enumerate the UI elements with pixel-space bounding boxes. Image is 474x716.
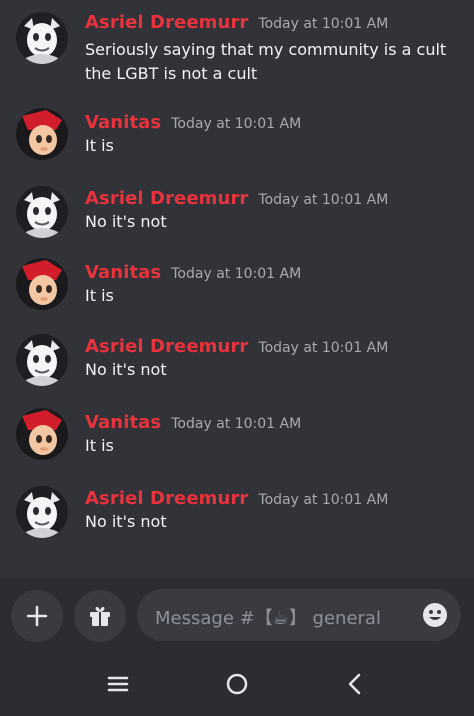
home-button[interactable] (221, 668, 253, 700)
avatar-asriel[interactable] (16, 186, 68, 238)
recent-apps-button[interactable] (102, 668, 134, 700)
message-text: No it's not (85, 360, 167, 379)
message-text: It is (85, 436, 114, 455)
message-header: Asriel Dreemurr Today at 10:01 AM (85, 188, 388, 209)
back-icon (348, 673, 361, 695)
timestamp: Today at 10:01 AM (258, 340, 389, 356)
timestamp: Today at 10:01 AM (258, 192, 389, 208)
plus-icon (26, 605, 48, 627)
message-input[interactable]: Message #【☕】 general (137, 589, 461, 641)
message-header: Vanitas Today at 10:01 AM (85, 262, 301, 283)
username[interactable]: Vanitas (85, 412, 161, 433)
message-header: Asriel Dreemurr Today at 10:01 AM (85, 336, 388, 357)
home-icon (226, 673, 248, 695)
timestamp: Today at 10:01 AM (171, 116, 302, 132)
message-text: It is (85, 286, 114, 305)
message-header: Asriel Dreemurr Today at 10:01 AM (85, 488, 388, 509)
message-text: No it's not (85, 212, 167, 231)
message-text: No it's not (85, 512, 167, 531)
username[interactable]: Vanitas (85, 112, 161, 133)
avatar-vanitas[interactable] (16, 108, 68, 160)
add-attachment-button[interactable] (11, 590, 63, 642)
gift-icon (90, 607, 110, 626)
message-composer: Message #【☕】 general (0, 578, 474, 650)
recent-apps-icon (107, 676, 129, 692)
gift-button[interactable] (74, 590, 126, 642)
username[interactable]: Asriel Dreemurr (85, 488, 248, 509)
timestamp: Today at 10:01 AM (258, 16, 389, 32)
timestamp: Today at 10:01 AM (258, 492, 389, 508)
message-input-placeholder: Message #【☕】 general (155, 608, 381, 629)
username[interactable]: Asriel Dreemurr (85, 188, 248, 209)
message-list: Asriel Dreemurr Today at 10:01 AM Serious… (0, 0, 474, 578)
message-text: It is (85, 136, 114, 155)
message-header: Asriel Dreemurr Today at 10:01 AM (85, 12, 388, 33)
avatar-asriel[interactable] (16, 486, 68, 538)
message-text: Seriously saying that my community is a … (85, 40, 447, 83)
avatar-asriel[interactable] (16, 334, 68, 386)
username[interactable]: Vanitas (85, 262, 161, 283)
emoji-icon[interactable] (421, 601, 449, 629)
back-button[interactable] (339, 668, 371, 700)
avatar-vanitas[interactable] (16, 408, 68, 460)
system-navigation-bar (0, 650, 474, 716)
avatar-asriel[interactable] (16, 12, 68, 64)
message-header: Vanitas Today at 10:01 AM (85, 112, 301, 133)
message-header: Vanitas Today at 10:01 AM (85, 412, 301, 433)
timestamp: Today at 10:01 AM (171, 416, 302, 432)
username[interactable]: Asriel Dreemurr (85, 336, 248, 357)
avatar-vanitas[interactable] (16, 258, 68, 310)
username[interactable]: Asriel Dreemurr (85, 12, 248, 33)
timestamp: Today at 10:01 AM (171, 266, 302, 282)
